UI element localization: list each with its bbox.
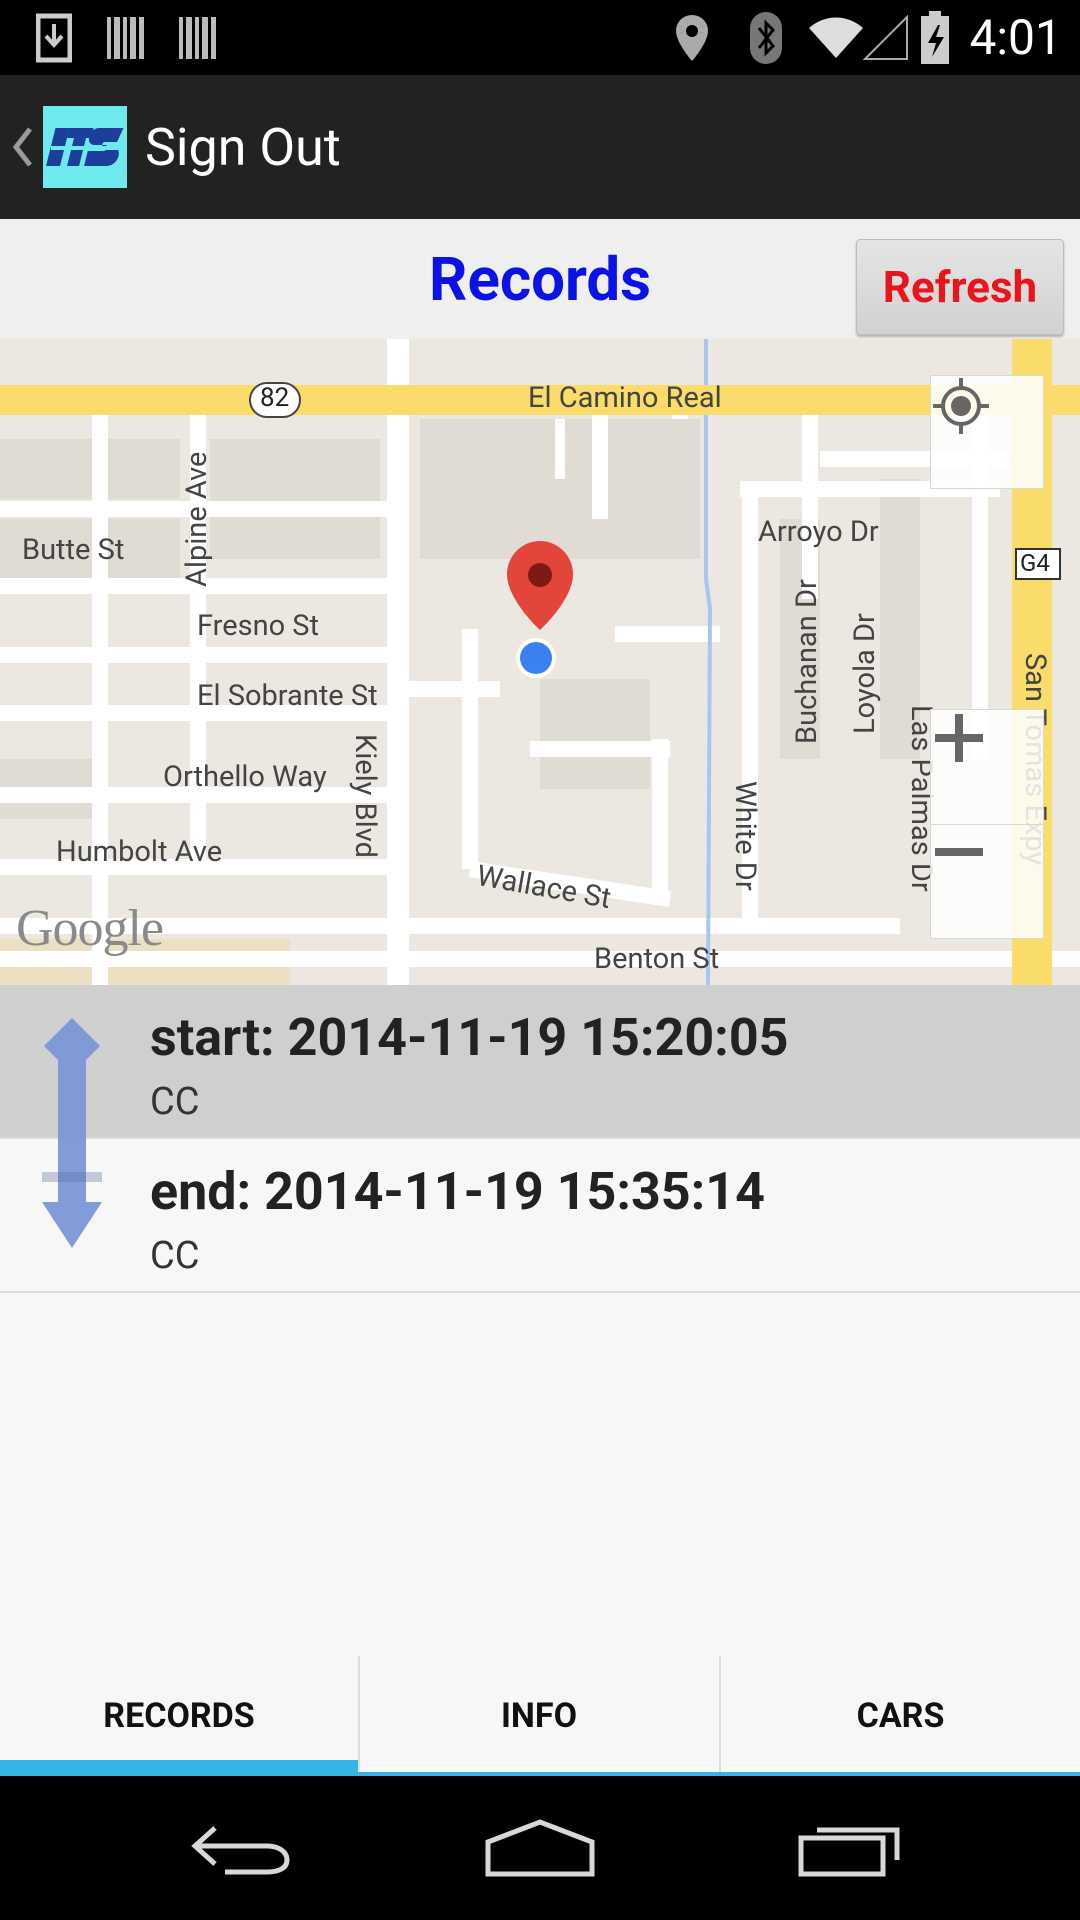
map-label: Buchanan Dr — [790, 579, 824, 744]
map-label: White Dr — [728, 781, 762, 891]
list-item[interactable]: start: 2014-11-19 15:20:05 CC — [0, 985, 1080, 1139]
bluetooth-icon — [748, 0, 784, 75]
record-subtitle: CC — [150, 1080, 200, 1124]
record-title: start: 2014-11-19 15:20:05 — [150, 1007, 789, 1068]
recents-button[interactable] — [770, 1776, 930, 1920]
zoom-out-button[interactable] — [931, 824, 1043, 938]
tab-records[interactable]: RECORDS — [0, 1656, 358, 1776]
home-button[interactable] — [460, 1776, 620, 1920]
tab-info[interactable]: INFO — [360, 1656, 718, 1776]
map-label: Benton St — [594, 942, 720, 976]
map-label: G4 — [1020, 549, 1050, 577]
action-bar-title[interactable]: Sign Out — [145, 75, 341, 219]
status-time: 4:01 — [969, 9, 1062, 66]
recents-icon — [798, 1827, 900, 1877]
map-view[interactable]: 82 G4 El Camino Real Butte St Alpine Ave… — [0, 339, 1080, 985]
zoom-controls — [930, 709, 1044, 939]
location-icon — [672, 0, 712, 75]
home-icon — [485, 1819, 595, 1877]
record-list: start: 2014-11-19 15:20:05 CC end: 2014-… — [0, 985, 1080, 1293]
records-header: Records Refresh — [0, 219, 1080, 339]
map-label: Arroyo Dr — [758, 515, 879, 549]
map-label: Kiely Blvd — [348, 734, 382, 858]
app-logo[interactable] — [43, 106, 127, 188]
tab-bar: RECORDS INFO CARS — [0, 1656, 1080, 1776]
map-label: Alpine Ave — [180, 451, 214, 587]
navigation-bar — [0, 1776, 1080, 1920]
map-label: El Camino Real — [528, 381, 722, 415]
map-label: El Sobrante St — [197, 679, 378, 713]
minus-icon — [935, 848, 983, 856]
google-logo: Google — [16, 900, 164, 957]
my-location-button[interactable] — [930, 375, 1044, 489]
refresh-button[interactable]: Refresh — [856, 239, 1064, 335]
tab-cars[interactable]: CARS — [721, 1656, 1080, 1776]
map-label: Humbolt Ave — [56, 835, 223, 869]
barcode-icon — [176, 0, 220, 75]
download-icon — [30, 0, 78, 75]
double-arrow-icon — [36, 1016, 108, 1252]
signal-icon — [862, 0, 910, 75]
map-marker-icon — [507, 541, 573, 630]
status-bar: 4:01 — [0, 0, 1080, 75]
crosshair-icon — [933, 378, 989, 434]
zoom-in-button[interactable] — [931, 710, 1043, 825]
list-item[interactable]: end: 2014-11-19 15:35:14 CC — [0, 1139, 1080, 1293]
chevron-left-icon[interactable] — [10, 123, 34, 171]
barcode-icon — [104, 0, 148, 75]
active-tab-indicator — [0, 1760, 358, 1776]
plus-icon — [935, 714, 983, 762]
map-label: 82 — [260, 383, 290, 413]
record-title: end: 2014-11-19 15:35:14 — [150, 1161, 765, 1222]
back-button[interactable] — [160, 1776, 320, 1920]
map-label: Butte St — [22, 533, 125, 567]
back-icon — [191, 1826, 290, 1875]
map-label: Orthello Way — [163, 760, 327, 794]
map-label: Fresno St — [197, 609, 320, 643]
battery-icon — [918, 0, 952, 75]
wifi-icon — [806, 0, 866, 75]
map-label: Loyola Dr — [848, 613, 882, 734]
record-subtitle: CC — [150, 1234, 200, 1278]
